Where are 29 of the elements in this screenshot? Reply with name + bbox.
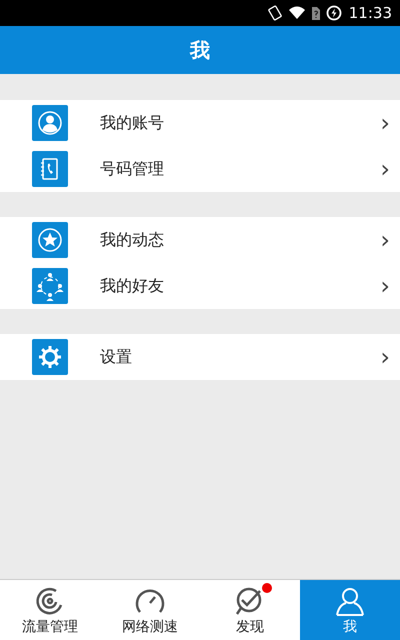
menu-item[interactable]: 我的好友 › [0,263,400,309]
tab-item[interactable]: 网络测速 [100,580,200,640]
menu-item[interactable]: 设置 › [0,334,400,380]
menu-item-label: 我的账号 [100,112,165,134]
chevron-icon: › [380,228,400,252]
chevron-icon: › [380,274,400,298]
phone-book-icon [32,151,68,187]
people-network-icon [32,268,68,304]
menu-item-label: 我的动态 [100,230,165,250]
tab-item[interactable]: 我 [300,580,400,640]
sim-card-icon [310,5,321,21]
settings-icon [32,339,68,375]
menu-item-label: 号码管理 [100,158,165,180]
wifi-icon [288,5,306,21]
person-icon [32,105,68,141]
page-title: 我 [190,36,210,64]
tab-item[interactable]: 发现 [200,580,300,640]
chevron-icon: › [380,111,400,135]
chevron-icon: › [380,157,400,181]
chevron-icon: › [380,345,400,369]
tab-item[interactable]: 流量管理 [0,580,100,640]
menu-item[interactable]: 我的动态 › [0,217,400,263]
menu-item[interactable]: 号码管理 › [0,146,400,192]
screen-rotation-icon [266,5,283,21]
menu-item[interactable]: 我的账号 › [0,100,400,146]
menu-item-label: 我的好友 [100,276,165,296]
battery-charging-icon [326,5,342,21]
clock-time: 11:33 [348,4,392,22]
menu-item-label: 设置 [100,346,133,368]
